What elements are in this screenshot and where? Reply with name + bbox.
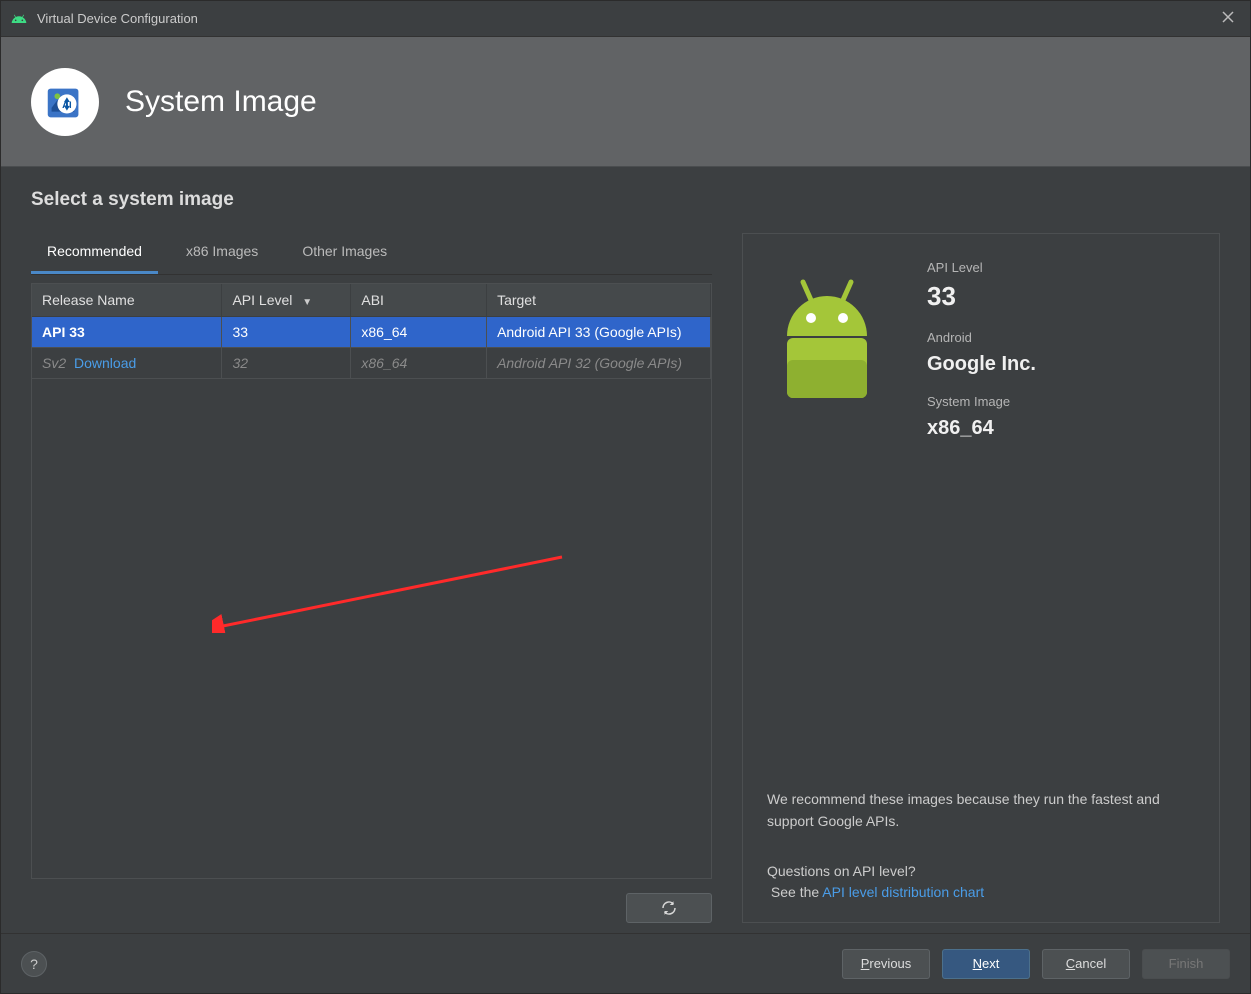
close-icon[interactable]: [1216, 6, 1240, 32]
detail-top: API Level 33 Android Google Inc. System …: [767, 256, 1195, 458]
footer-bar: ? Previous Next Cancel Finish: [1, 933, 1250, 993]
api-level-value: 33: [927, 281, 1036, 312]
detail-key-values: API Level 33 Android Google Inc. System …: [927, 256, 1036, 458]
table-header-row: Release Name API Level ▼ ABI Target: [32, 284, 711, 317]
cell-abi: x86_64: [351, 317, 487, 348]
finish-button: Finish: [1142, 949, 1230, 979]
refresh-icon: [660, 899, 678, 917]
android-label: Android: [927, 330, 1036, 345]
page-title: System Image: [125, 85, 317, 119]
download-link[interactable]: Download: [74, 355, 136, 371]
vendor-value: Google Inc.: [927, 353, 1036, 376]
refresh-row: [31, 879, 712, 923]
svg-text:AI: AI: [62, 99, 72, 110]
cell-api: 33: [222, 317, 351, 348]
android-robot-icon: [767, 256, 897, 421]
main-columns: Recommended x86 Images Other Images Rele…: [31, 233, 1220, 923]
tab-x86-images[interactable]: x86 Images: [170, 233, 274, 274]
footer-buttons: Previous Next Cancel Finish: [842, 949, 1230, 979]
system-image-label: System Image: [927, 394, 1036, 409]
api-distribution-link[interactable]: API level distribution chart: [822, 884, 984, 900]
cell-abi: x86_64: [351, 348, 487, 379]
cell-target: Android API 32 (Google APIs): [487, 348, 711, 379]
sort-desc-icon: ▼: [302, 297, 312, 308]
cancel-suffix: ancel: [1075, 956, 1106, 971]
col-api-level[interactable]: API Level ▼: [222, 284, 351, 317]
system-image-value: x86_64: [927, 417, 1036, 440]
tab-other-images[interactable]: Other Images: [286, 233, 403, 274]
header-system-image-icon: AI: [31, 68, 99, 136]
cell-api: 32: [222, 348, 351, 379]
cell-release: API 33: [32, 317, 222, 348]
annotation-arrow: [212, 553, 572, 633]
cancel-button[interactable]: Cancel: [1042, 949, 1130, 979]
titlebar: Virtual Device Configuration: [1, 1, 1250, 37]
right-column: API Level 33 Android Google Inc. System …: [742, 233, 1220, 923]
cell-target: Android API 33 (Google APIs): [487, 317, 711, 348]
detail-panel: API Level 33 Android Google Inc. System …: [742, 233, 1220, 923]
table-row[interactable]: API 33 33 x86_64 Android API 33 (Google …: [32, 317, 711, 348]
col-api-level-label: API Level: [232, 292, 292, 308]
previous-button[interactable]: Previous: [842, 949, 930, 979]
refresh-button[interactable]: [626, 893, 712, 923]
link-prefix: See the: [771, 884, 822, 900]
help-button[interactable]: ?: [21, 951, 47, 977]
window-title: Virtual Device Configuration: [37, 11, 198, 26]
android-app-icon: [11, 11, 27, 27]
recommendation-text: We recommend these images because they r…: [767, 789, 1195, 832]
cell-release: Sv2 Download: [32, 348, 222, 379]
next-suffix: ext: [982, 956, 999, 971]
finish-label: Finish: [1169, 956, 1204, 971]
release-label: Sv2: [42, 355, 66, 371]
table-row[interactable]: Sv2 Download 32 x86_64 Android API 32 (G…: [32, 348, 711, 379]
header-band: AI System Image: [1, 37, 1250, 167]
section-title: Select a system image: [31, 189, 1220, 211]
left-column: Recommended x86 Images Other Images Rele…: [31, 233, 712, 923]
help-icon: ?: [30, 956, 38, 972]
next-button[interactable]: Next: [942, 949, 1030, 979]
col-release-name[interactable]: Release Name: [32, 284, 222, 317]
detail-bottom: We recommend these images because they r…: [767, 789, 1195, 904]
tab-recommended[interactable]: Recommended: [31, 233, 158, 274]
col-target[interactable]: Target: [487, 284, 711, 317]
api-question-text: Questions on API level?: [767, 861, 1195, 883]
tab-bar: Recommended x86 Images Other Images: [31, 233, 712, 275]
api-level-label: API Level: [927, 260, 1036, 275]
col-abi[interactable]: ABI: [351, 284, 487, 317]
api-link-line: See the API level distribution chart: [767, 882, 1195, 904]
system-image-table: Release Name API Level ▼ ABI Target: [31, 283, 712, 879]
dialog-window: Virtual Device Configuration AI System I…: [0, 0, 1251, 994]
previous-suffix: revious: [869, 956, 911, 971]
body-area: Select a system image Recommended x86 Im…: [1, 167, 1250, 933]
